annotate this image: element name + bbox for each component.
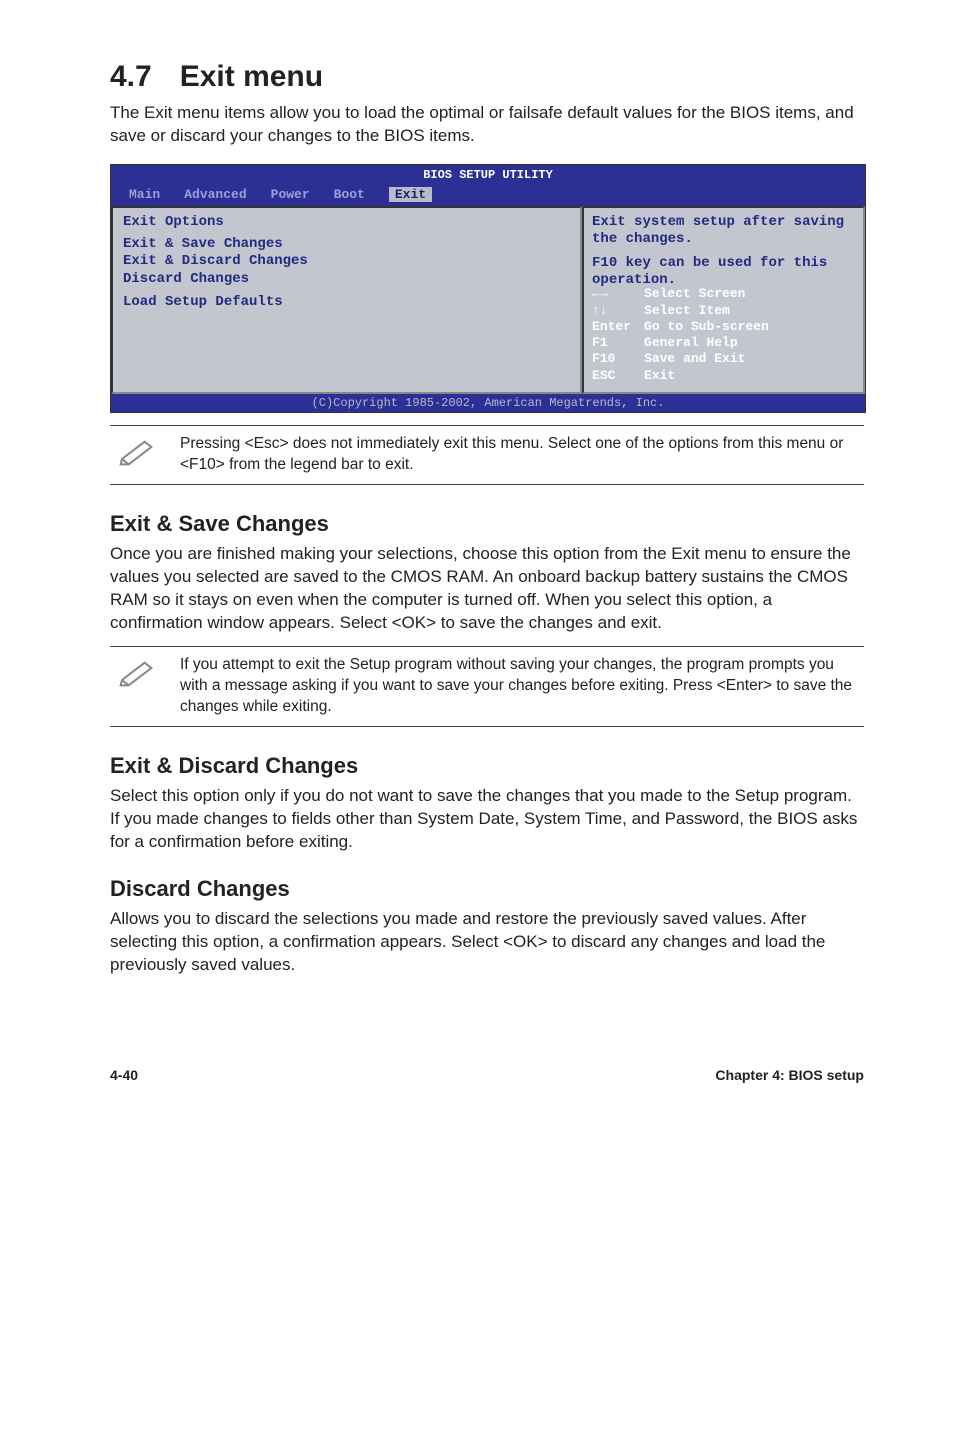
body-exit-save: Once you are finished making your select…	[110, 543, 864, 635]
bios-screenshot: BIOS SETUP UTILITY Main Advanced Power B…	[110, 164, 866, 413]
subheading-exit-discard: Exit & Discard Changes	[110, 753, 864, 779]
bios-key: Enter	[592, 319, 644, 335]
section-heading: Exit menu	[180, 60, 323, 93]
bios-menubar: Main Advanced Power Boot Exit	[111, 185, 865, 206]
bios-key-legend: ←→Select Screen ↑↓Select Item EnterGo to…	[592, 286, 855, 384]
page-title: 4.7 Exit menu	[110, 60, 864, 94]
bios-tab-main: Main	[129, 187, 160, 202]
bios-key: ←→	[592, 286, 644, 302]
bios-key-desc: Go to Sub-screen	[644, 319, 769, 335]
note-box: Pressing <Esc> does not immediately exit…	[110, 425, 864, 485]
bios-key: F10	[592, 351, 644, 367]
bios-left-pane: Exit Options Exit & Save Changes Exit & …	[111, 206, 582, 394]
bios-key-desc: Exit	[644, 368, 675, 384]
section-number: 4.7	[110, 60, 152, 93]
bios-key-desc: Save and Exit	[644, 351, 745, 367]
page-number: 4-40	[110, 1067, 138, 1083]
page-footer: 4-40 Chapter 4: BIOS setup	[110, 1067, 864, 1083]
bios-utility-title: BIOS SETUP UTILITY	[111, 165, 865, 185]
bios-key-desc: Select Item	[644, 303, 730, 319]
bios-key-desc: General Help	[644, 335, 738, 351]
body-discard: Allows you to discard the selections you…	[110, 908, 864, 977]
bios-key: ↑↓	[592, 303, 644, 319]
bios-tab-exit: Exit	[389, 187, 432, 202]
bios-option: Exit & Discard Changes	[123, 253, 570, 271]
bios-help-text: F10 key can be used for this operation.	[592, 255, 855, 290]
bios-key: ESC	[592, 368, 644, 384]
note-text: Pressing <Esc> does not immediately exit…	[180, 434, 860, 476]
intro-paragraph: The Exit menu items allow you to load th…	[110, 102, 864, 148]
note-box: If you attempt to exit the Setup program…	[110, 646, 864, 727]
subheading-discard: Discard Changes	[110, 876, 864, 902]
note-pencil-icon	[114, 655, 162, 687]
bios-right-pane: Exit system setup after saving the chang…	[582, 206, 865, 394]
note-pencil-icon	[114, 434, 162, 466]
bios-exit-options-heading: Exit Options	[123, 214, 570, 230]
bios-help-text: Exit system setup after saving the chang…	[592, 214, 855, 249]
bios-option: Load Setup Defaults	[123, 294, 570, 312]
bios-tab-power: Power	[271, 187, 310, 202]
bios-key-desc: Select Screen	[644, 286, 745, 302]
bios-key: F1	[592, 335, 644, 351]
note-text: If you attempt to exit the Setup program…	[180, 655, 860, 718]
bios-copyright: (C)Copyright 1985-2002, American Megatre…	[111, 394, 865, 412]
bios-tab-advanced: Advanced	[184, 187, 246, 202]
bios-option: Exit & Save Changes	[123, 236, 570, 254]
bios-option: Discard Changes	[123, 271, 570, 289]
chapter-label: Chapter 4: BIOS setup	[715, 1067, 864, 1083]
body-exit-discard: Select this option only if you do not wa…	[110, 785, 864, 854]
subheading-exit-save: Exit & Save Changes	[110, 511, 864, 537]
bios-tab-boot: Boot	[334, 187, 365, 202]
